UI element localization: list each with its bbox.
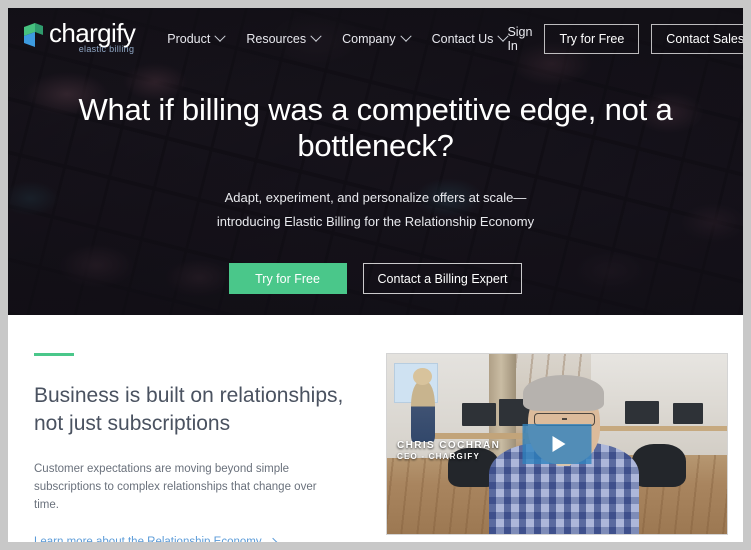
hero-cta-group: Try for Free Contact a Billing Expert <box>68 263 683 294</box>
sign-in-link[interactable]: Sign In <box>507 25 532 53</box>
video-caption-name: CHRIS COCHRAN <box>397 440 501 451</box>
section-heading: Business is built on relationships, not … <box>34 384 344 435</box>
section-text-column: Business is built on relationships, not … <box>34 353 364 542</box>
chevron-down-icon <box>214 30 227 42</box>
chevron-down-icon <box>399 30 412 42</box>
contact-sales-button[interactable]: Contact Sales <box>651 24 743 54</box>
nav-item-company[interactable]: Company <box>342 30 412 46</box>
site-logo[interactable]: chargify elastic billing <box>22 18 136 59</box>
chevron-right-icon <box>268 537 277 542</box>
section-body-text: Customer expectations are moving beyond … <box>34 463 317 511</box>
nav-item-company-label: Company <box>342 32 396 46</box>
hero-subheadline-line2: introducing Elastic Billing for the Rela… <box>216 214 535 229</box>
play-button[interactable] <box>522 424 592 464</box>
relationships-section: Business is built on relationships, not … <box>8 315 743 542</box>
play-icon <box>552 436 565 452</box>
learn-more-link[interactable]: Learn more about the Relationship Econom… <box>34 536 277 542</box>
video-caption-role: CEO - CHARGIFY <box>397 452 481 461</box>
nav-item-resources[interactable]: Resources <box>246 30 322 46</box>
nav-item-product[interactable]: Product <box>167 30 227 46</box>
try-for-free-button[interactable]: Try for Free <box>544 24 640 54</box>
background-person <box>410 367 435 443</box>
page-content: chargify elastic billing Product Resourc… <box>8 8 743 542</box>
logo-text: chargify elastic billing <box>49 18 136 54</box>
nav-item-contact-us-label: Contact Us <box>431 32 494 46</box>
nav-item-product-label: Product <box>167 32 211 46</box>
hero-content: What if billing was a competitive edge, … <box>8 92 743 294</box>
hero-headline: What if billing was a competitive edge, … <box>78 92 673 163</box>
hero-subheadline-line1: Adapt, experiment, and personalize offer… <box>224 190 527 205</box>
nav-menu: Product Resources Company Contact Us <box>167 30 510 46</box>
hero-contact-expert-button[interactable]: Contact a Billing Expert <box>362 263 523 294</box>
office-chair <box>631 444 687 488</box>
nav-item-resources-label: Resources <box>246 32 307 46</box>
browser-viewport: chargify elastic billing Product Resourc… <box>0 0 751 550</box>
video-caption: CHRIS COCHRAN CEO - CHARGIFY <box>397 440 500 462</box>
section-media-column: CHRIS COCHRAN CEO - CHARGIFY <box>386 353 728 542</box>
chargify-logo-mark-icon <box>22 23 44 47</box>
hero-try-for-free-button[interactable]: Try for Free <box>228 263 347 294</box>
accent-rule <box>34 353 74 356</box>
logo-wordmark: chargify <box>49 18 136 48</box>
chevron-down-icon <box>310 30 322 42</box>
office-monitor <box>672 402 704 425</box>
logo-tagline: elastic billing <box>78 44 135 54</box>
nav-actions: Sign In Try for Free Contact Sales <box>507 24 743 54</box>
hero-subheadline: Adapt, experiment, and personalize offer… <box>68 186 683 234</box>
video-thumbnail[interactable]: CHRIS COCHRAN CEO - CHARGIFY <box>386 353 728 535</box>
learn-more-link-label: Learn more about the Relationship Econom… <box>34 536 262 542</box>
hero-section: chargify elastic billing Product Resourc… <box>8 8 743 315</box>
subject-hair <box>523 375 605 412</box>
nav-item-contact-us[interactable]: Contact Us <box>431 30 510 46</box>
main-navigation: chargify elastic billing Product Resourc… <box>8 8 743 70</box>
